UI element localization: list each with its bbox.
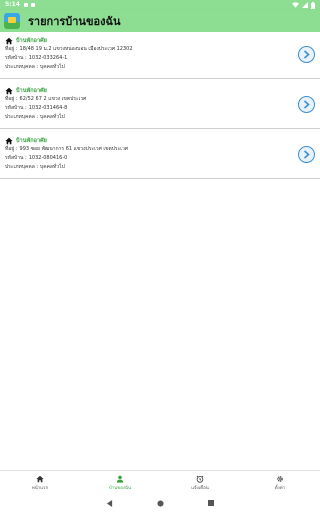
bottom-nav: หน้าแรก บ้านของฉัน แจ้งเตือน ตั้งค่า [0,470,320,494]
home-icon [36,475,44,482]
house-card-title: บ้านพักอาศัย [5,136,315,145]
person-icon [116,475,124,483]
house-card[interactable]: บ้านพักอาศัย ที่อยู่ :18/48 19 ม.2 แขวงห… [0,32,320,79]
nav-item-my-house[interactable]: บ้านของฉัน [80,471,160,494]
nav-label: แจ้งเตือน [191,485,209,491]
status-bar: 5:14 [0,0,320,10]
house-card[interactable]: บ้านพักอาศัย ที่อยู่ :993 ซอย พัฒนาการ 6… [0,132,320,179]
nav-label: บ้านของฉัน [108,485,132,491]
house-address: ที่อยู่ :18/48 19 ม.2 แขวงหนองบอน เมืองป… [5,46,133,52]
open-house-button[interactable] [298,46,315,63]
house-address: ที่อยู่ :62/52 67 2 แขวง เขตประเวศ [5,96,87,102]
open-house-button[interactable] [298,146,315,163]
nav-item-notifications[interactable]: แจ้งเตือน [160,471,240,494]
house-address: ที่อยู่ :993 ซอย พัฒนาการ 61 แขวงประเวศ … [5,146,128,152]
app-bar: รายการบ้านของฉัน [0,10,320,32]
chevron-right-icon [303,150,310,159]
house-person-type: ประเภทบุคคล : บุคคลทั่วไป [5,164,65,170]
home-icon [5,37,13,44]
house-card[interactable]: บ้านพักอาศัย ที่อยู่ :62/52 67 2 แขวง เข… [0,82,320,129]
house-code: รหัสบ้าน :1032-033264-1 [5,55,68,61]
nav-item-settings[interactable]: ตั้งค่า [240,471,320,494]
house-person-type: ประเภทบุคคล : บุคคลทั่วไป [5,64,65,70]
battery-icon [311,1,315,9]
signal-icon [302,2,308,8]
app-logo-icon [4,13,20,29]
house-title: บ้านพักอาศัย [16,137,47,144]
status-left-icons [23,3,35,7]
house-code: รหัสบ้าน :1032-031464-8 [5,105,68,111]
nav-label: หน้าแรก [31,485,49,491]
house-title: บ้านพักอาศัย [16,87,47,94]
house-code: รหัสบ้าน :1032-080416-0 [5,155,68,161]
page-title: รายการบ้านของฉัน [28,16,121,28]
nav-item-home[interactable]: หน้าแรก [0,471,80,494]
nav-label: ตั้งค่า [274,485,286,491]
wifi-icon [292,2,299,8]
chevron-right-icon [303,100,310,109]
house-person-type: ประเภทบุคคล : บุคคลทั่วไป [5,114,65,120]
status-time: 5:14 [5,1,20,8]
house-card-title: บ้านพักอาศัย [5,36,315,45]
home-icon [5,87,13,94]
settings-status-icon [23,3,28,7]
house-card-title: บ้านพักอาศัย [5,86,315,95]
recents-icon[interactable] [208,500,214,506]
home-circle-icon[interactable] [157,499,164,507]
house-list: บ้านพักอาศัย ที่อยู่ :18/48 19 ม.2 แขวงห… [0,32,320,179]
clock-icon [196,475,204,483]
sd-card-icon [30,3,35,7]
open-house-button[interactable] [298,96,315,113]
status-right-icons [292,1,315,9]
gear-icon [277,475,283,482]
home-icon [5,137,13,144]
back-icon[interactable] [106,499,113,507]
house-title: บ้านพักอาศัย [16,37,47,44]
system-nav-bar [0,494,320,512]
chevron-right-icon [303,50,310,59]
